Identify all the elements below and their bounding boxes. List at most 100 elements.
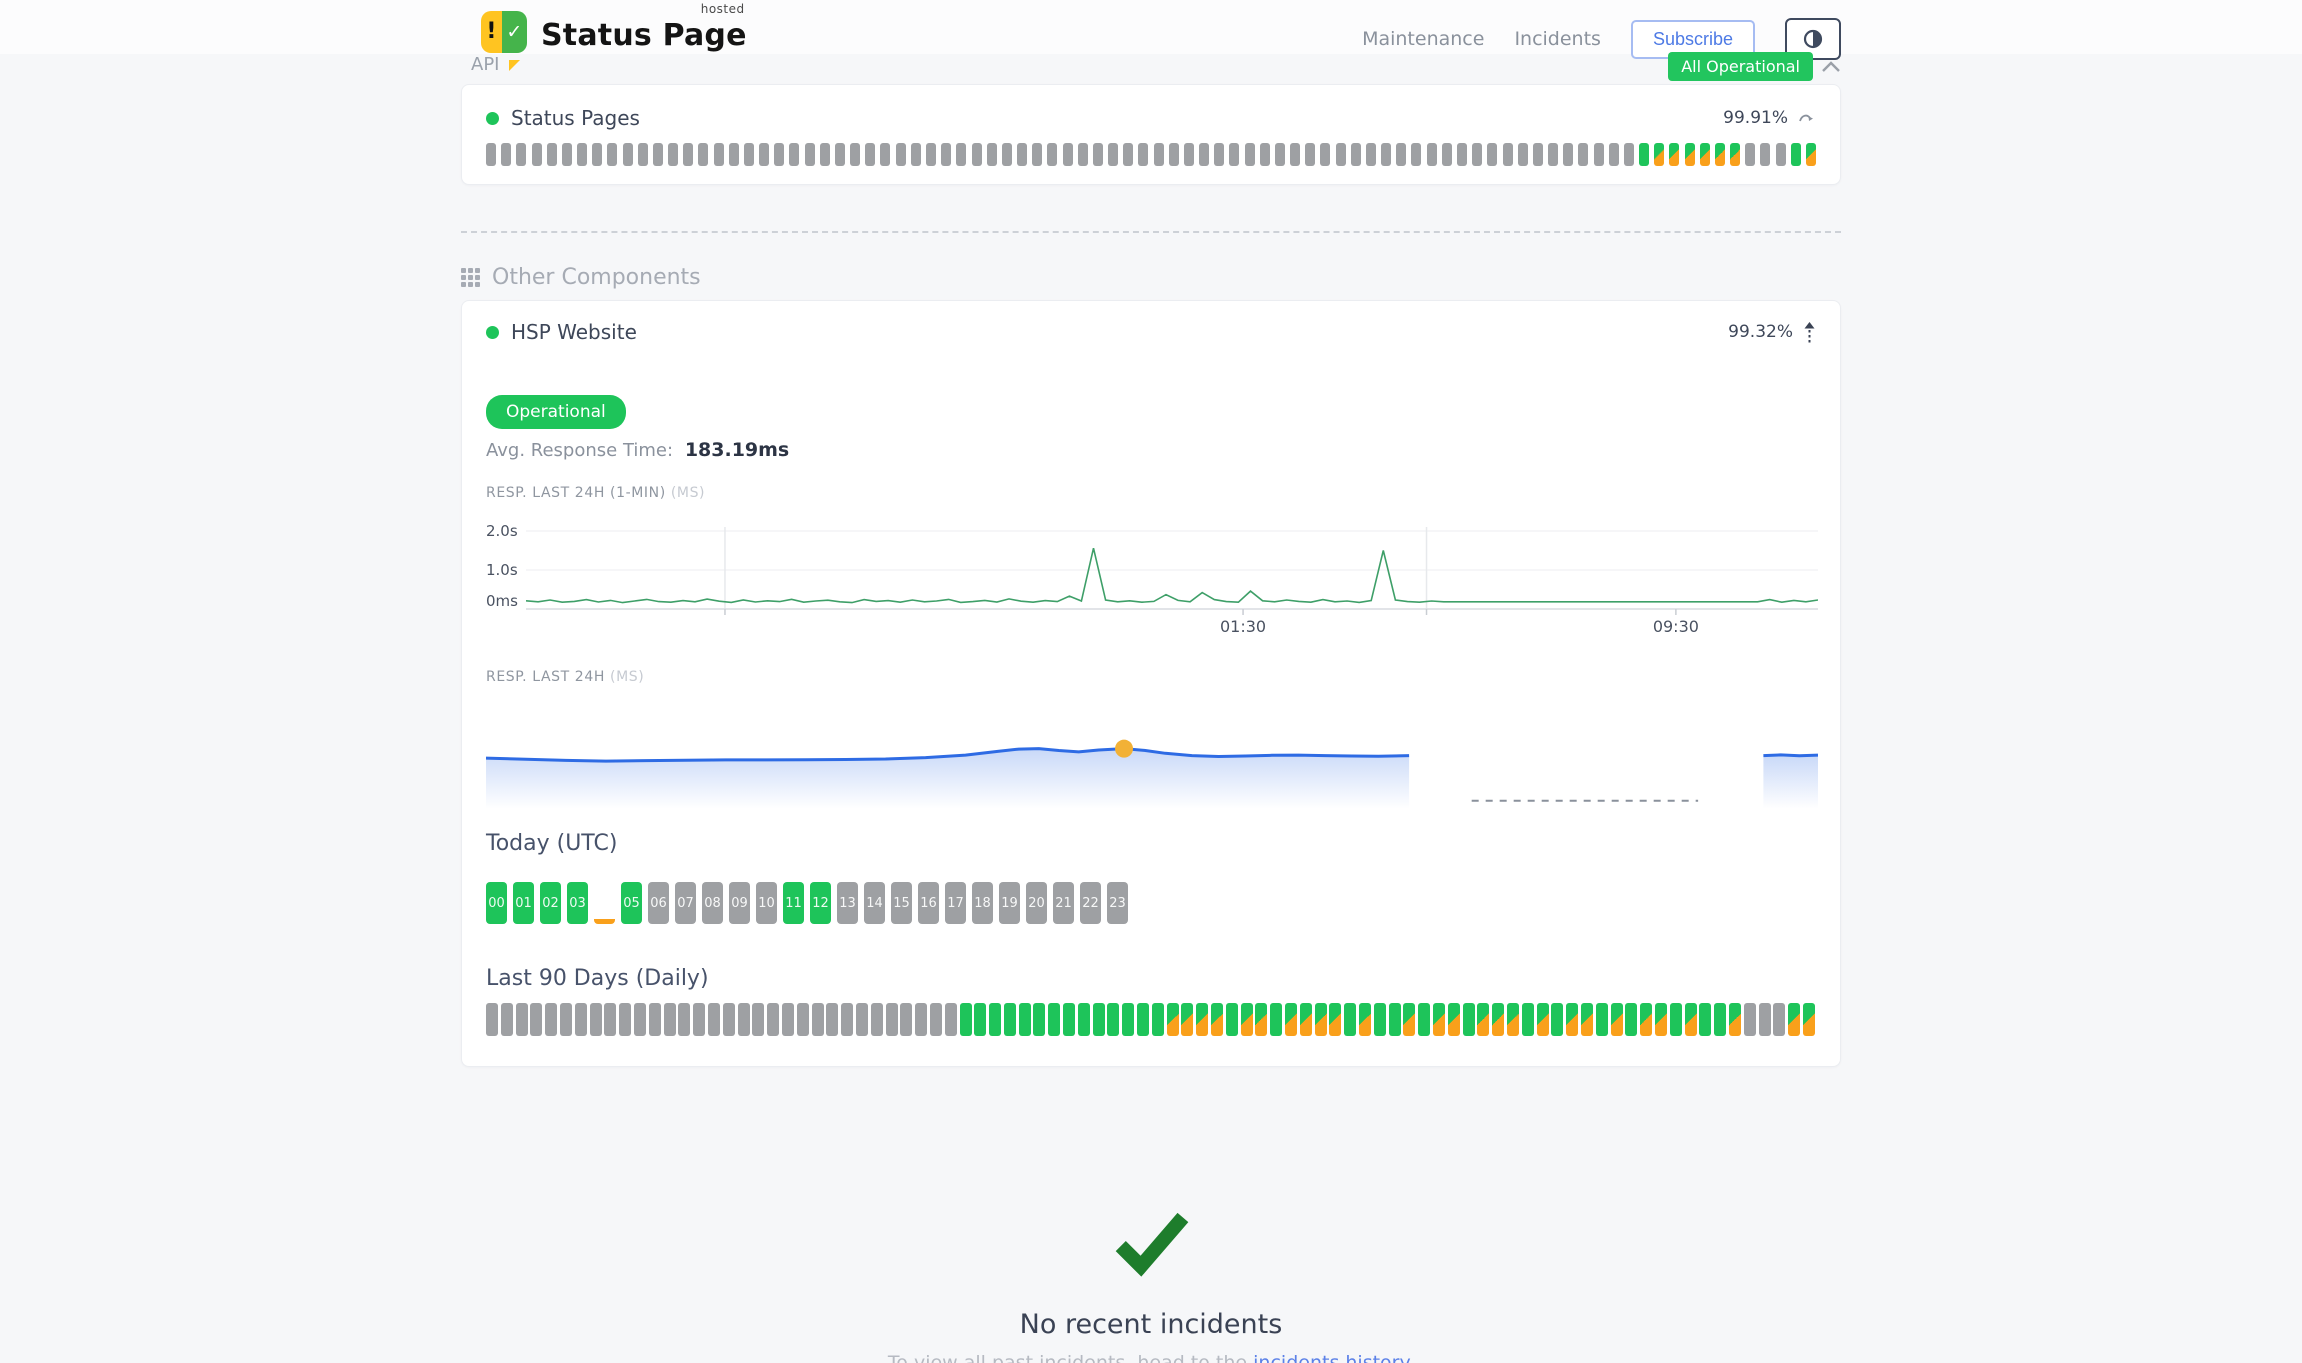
day-block-operational[interactable] <box>1270 1003 1282 1036</box>
uptime-bar-degraded[interactable] <box>1654 143 1664 166</box>
day-block-operational[interactable] <box>1078 1003 1090 1036</box>
uptime-bar-empty[interactable] <box>1138 143 1148 166</box>
day-block-operational[interactable] <box>1093 1003 1105 1036</box>
day-block-empty[interactable] <box>782 1003 794 1036</box>
hour-block-12[interactable]: 12 <box>810 882 831 924</box>
hour-block-21[interactable]: 21 <box>1053 882 1074 924</box>
uptime-bar-empty[interactable] <box>774 143 784 166</box>
uptime-bar-empty[interactable] <box>486 143 496 166</box>
uptime-bar-empty[interactable] <box>1017 143 1027 166</box>
uptime-bar-operational[interactable] <box>1639 143 1649 166</box>
uptime-bar-empty[interactable] <box>1624 143 1634 166</box>
hour-block-14[interactable]: 14 <box>864 882 885 924</box>
uptime-bar-empty[interactable] <box>1305 143 1315 166</box>
uptime-bar-empty[interactable] <box>1199 143 1209 166</box>
hour-block-15[interactable]: 15 <box>891 882 912 924</box>
day-block-operational[interactable] <box>1152 1003 1164 1036</box>
day-block-empty[interactable] <box>1744 1003 1756 1036</box>
uptime-bar-empty[interactable] <box>1472 143 1482 166</box>
day-block-degraded[interactable] <box>1448 1003 1460 1036</box>
day-block-degraded[interactable] <box>1255 1003 1267 1036</box>
day-block-degraded[interactable] <box>1729 1003 1741 1036</box>
uptime-bar-empty[interactable] <box>1123 143 1133 166</box>
day-block-empty[interactable] <box>678 1003 690 1036</box>
hour-block-08[interactable]: 08 <box>702 882 723 924</box>
day-block-operational[interactable] <box>1048 1003 1060 1036</box>
hour-block-17[interactable]: 17 <box>945 882 966 924</box>
day-block-operational[interactable] <box>1374 1003 1386 1036</box>
uptime-bar-empty[interactable] <box>1518 143 1528 166</box>
day-block-empty[interactable] <box>1759 1003 1771 1036</box>
day-block-empty[interactable] <box>945 1003 957 1036</box>
day-block-empty[interactable] <box>841 1003 853 1036</box>
day-block-operational[interactable] <box>1596 1003 1608 1036</box>
hour-block-22[interactable]: 22 <box>1080 882 1101 924</box>
uptime-bar-empty[interactable] <box>926 143 936 166</box>
hour-block-13[interactable]: 13 <box>837 882 858 924</box>
uptime-bar-empty[interactable] <box>1745 143 1755 166</box>
day-block-empty[interactable] <box>634 1003 646 1036</box>
day-block-operational[interactable] <box>989 1003 1001 1036</box>
uptime-bar-empty[interactable] <box>562 143 572 166</box>
day-block-degraded[interactable] <box>1566 1003 1578 1036</box>
uptime-bar-empty[interactable] <box>698 143 708 166</box>
brand-logo[interactable]: ! ✓ hosted Status Page <box>481 10 747 53</box>
uptime-bar-empty[interactable] <box>1503 143 1513 166</box>
day-block-degraded[interactable] <box>1433 1003 1445 1036</box>
day-block-degraded[interactable] <box>1507 1003 1519 1036</box>
day-block-degraded[interactable] <box>1581 1003 1593 1036</box>
day-block-degraded[interactable] <box>1211 1003 1223 1036</box>
uptime-bar-empty[interactable] <box>1366 143 1376 166</box>
uptime-bar-empty[interactable] <box>1229 143 1239 166</box>
uptime-bar-operational[interactable] <box>1791 143 1801 166</box>
uptime-bar-empty[interactable] <box>1776 143 1786 166</box>
day-block-degraded[interactable] <box>1167 1003 1179 1036</box>
uptime-bar-empty[interactable] <box>1457 143 1467 166</box>
uptime-bar-empty[interactable] <box>880 143 890 166</box>
day-block-degraded[interactable] <box>1241 1003 1253 1036</box>
day-block-degraded[interactable] <box>1329 1003 1341 1036</box>
uptime-bar-empty[interactable] <box>1245 143 1255 166</box>
day-block-operational[interactable] <box>1670 1003 1682 1036</box>
uptime-bar-empty[interactable] <box>941 143 951 166</box>
uptime-bar-empty[interactable] <box>972 143 982 166</box>
uptime-bar-empty[interactable] <box>1336 143 1346 166</box>
uptime-bar-degraded[interactable] <box>1715 143 1725 166</box>
uptime-bar-empty[interactable] <box>865 143 875 166</box>
day-block-operational[interactable] <box>960 1003 972 1036</box>
incidents-history-link[interactable]: incidents history <box>1253 1352 1408 1363</box>
day-block-empty[interactable] <box>575 1003 587 1036</box>
day-block-degraded[interactable] <box>1477 1003 1489 1036</box>
day-block-operational[interactable] <box>1389 1003 1401 1036</box>
day-block-operational[interactable] <box>1226 1003 1238 1036</box>
day-block-empty[interactable] <box>545 1003 557 1036</box>
day-block-operational[interactable] <box>1522 1003 1534 1036</box>
uptime-bar-degraded[interactable] <box>1685 143 1695 166</box>
uptime-bar-empty[interactable] <box>987 143 997 166</box>
day-block-degraded[interactable] <box>1492 1003 1504 1036</box>
day-block-degraded[interactable] <box>1300 1003 1312 1036</box>
day-block-operational[interactable] <box>1004 1003 1016 1036</box>
day-block-operational[interactable] <box>1699 1003 1711 1036</box>
uptime-bar-degraded[interactable] <box>1730 143 1740 166</box>
uptime-bar-empty[interactable] <box>547 143 557 166</box>
day-block-degraded[interactable] <box>1315 1003 1327 1036</box>
day-block-degraded[interactable] <box>1685 1003 1697 1036</box>
refresh-icon[interactable] <box>1798 111 1816 125</box>
uptime-bar-empty[interactable] <box>1396 143 1406 166</box>
uptime-bar-empty[interactable] <box>1108 143 1118 166</box>
hour-block-11[interactable]: 11 <box>783 882 804 924</box>
day-block-degraded[interactable] <box>1803 1003 1815 1036</box>
hour-block-18[interactable]: 18 <box>972 882 993 924</box>
hour-block-06[interactable]: 06 <box>648 882 669 924</box>
uptime-bar-empty[interactable] <box>516 143 526 166</box>
uptime-bar-empty[interactable] <box>805 143 815 166</box>
uptime-bar-empty[interactable] <box>668 143 678 166</box>
uptime-bar-degraded[interactable] <box>1669 143 1679 166</box>
uptime-bar-degraded[interactable] <box>1700 143 1710 166</box>
hour-block-01[interactable]: 01 <box>513 882 534 924</box>
uptime-bar-empty[interactable] <box>1578 143 1588 166</box>
uptime-bar-empty[interactable] <box>850 143 860 166</box>
day-block-operational[interactable] <box>1107 1003 1119 1036</box>
day-block-operational[interactable] <box>1019 1003 1031 1036</box>
